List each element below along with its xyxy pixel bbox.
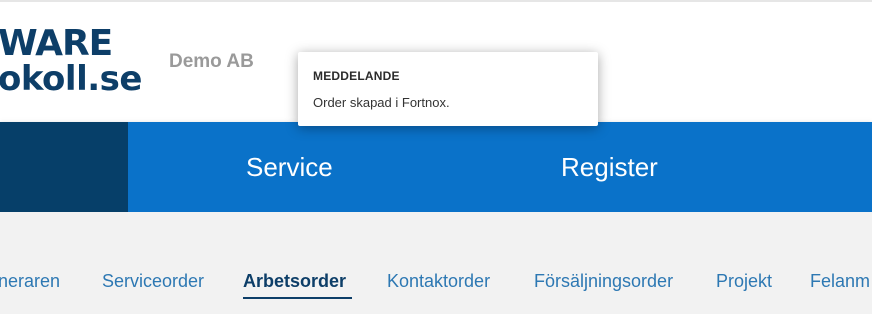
active-tab-underline <box>243 297 352 299</box>
sub-nav-item-kontaktorder[interactable]: Kontaktorder <box>387 270 490 292</box>
sub-nav-item-felanmalan[interactable]: Felanm <box>810 270 870 292</box>
sub-nav-item-arbetsorder[interactable]: Arbetsorder <box>243 270 346 292</box>
sub-navigation: neraren Serviceorder Arbetsorder Kontakt… <box>0 212 872 314</box>
main-nav-service[interactable]: Service <box>246 152 333 182</box>
main-navigation: Service Register <box>0 122 872 212</box>
logo-text-top: WARE <box>0 23 113 64</box>
sub-nav-item-serviceorder[interactable]: Serviceorder <box>102 270 204 292</box>
sub-nav-item-forsaljningsorder[interactable]: Försäljningsorder <box>534 270 673 292</box>
main-nav-home-block[interactable] <box>0 122 128 212</box>
main-nav-register[interactable]: Register <box>561 152 658 182</box>
notification-message: Order skapad i Fortnox. <box>313 95 450 110</box>
sub-nav-item-projekt[interactable]: Projekt <box>716 270 772 292</box>
company-name: Demo AB <box>169 51 254 72</box>
notification-toast[interactable]: MEDDELANDE Order skapad i Fortnox. <box>298 52 598 126</box>
sub-nav-item-partial-left[interactable]: neraren <box>0 270 60 292</box>
company-logo[interactable]: WARE okoll.se <box>0 23 142 100</box>
notification-title: MEDDELANDE <box>313 69 400 83</box>
logo-text-bottom: okoll.se <box>0 59 142 99</box>
